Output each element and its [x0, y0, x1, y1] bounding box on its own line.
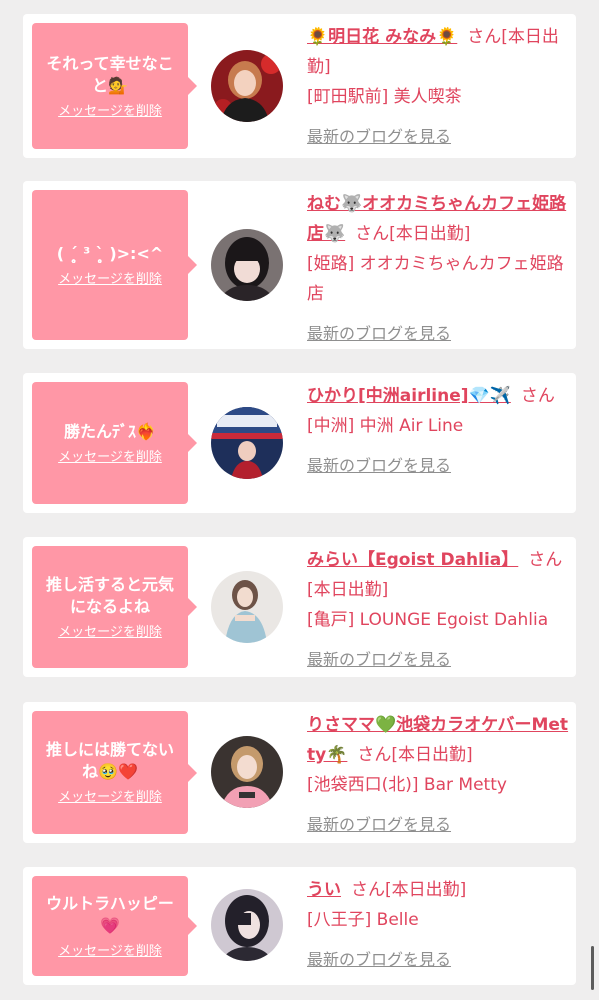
delete-message-link[interactable]: メッセージを削除 — [58, 449, 162, 466]
delete-message-link[interactable]: メッセージを削除 — [58, 943, 162, 960]
shop-location: [亀戸] LOUNGE Egoist Dahlia — [307, 610, 549, 630]
latest-blog-link[interactable]: 最新のブログを見る — [307, 815, 451, 834]
delete-message-link[interactable]: メッセージを削除 — [58, 103, 162, 120]
latest-blog-link[interactable]: 最新のブログを見る — [307, 650, 451, 669]
honorific: さん — [357, 745, 392, 765]
message-bubble: 勝たんﾃﾞｽ❤️‍🔥 メッセージを削除 — [32, 382, 197, 504]
attendance-status: [本日出勤] — [391, 745, 473, 765]
cast-info: りさママ💚池袋カラオケバーMetty🌴 さん[本日出勤] [池袋西口(北)] Ba… — [307, 710, 569, 840]
cast-info: ひかり[中洲airline]💎✈️ さん [中洲] 中洲 Air Line 最新の… — [307, 381, 569, 481]
shop-location: [姫路] オオカミちゃんカフェ姫路店 — [307, 254, 564, 304]
attendance-status: [本日出勤] — [385, 880, 467, 900]
shop-location: [町田駅前] 美人喫茶 — [307, 87, 462, 107]
cast-info: 🌻明日花 みなみ🌻 さん[本日出勤] [町田駅前] 美人喫茶 最新のブログを見る — [307, 22, 569, 152]
attendance-status: [本日出勤] — [389, 224, 471, 244]
message-text: 推し活すると元気になるよね — [45, 574, 174, 616]
avatar[interactable] — [211, 571, 283, 643]
message-text: それって幸せなこと💁 — [46, 53, 174, 95]
latest-blog-link[interactable]: 最新のブログを見る — [307, 127, 451, 146]
latest-blog-link[interactable]: 最新のブログを見る — [307, 324, 451, 343]
message-text: ウルトラハッピー💗 — [46, 893, 174, 935]
latest-blog-link[interactable]: 最新のブログを見る — [307, 456, 451, 475]
message-card: 推し活すると元気になるよね メッセージを削除 みらい【Egoist Dahlia… — [23, 537, 576, 677]
message-card: 推しには勝てないね🥹❤️ メッセージを削除 りさママ💚池袋カラオケバーMetty… — [23, 702, 576, 843]
honorific: さん — [528, 550, 563, 570]
message-bubble: 推し活すると元気になるよね メッセージを削除 — [32, 546, 197, 668]
cast-name-link[interactable]: ひかり[中洲airline]💎✈️ — [307, 386, 511, 406]
cast-name-link[interactable]: うい — [307, 880, 341, 900]
message-bubble: ( ˊ̥̥̥̥̥ ³ ˋ̥̥̥̥̥ )>:<^ メッセージを削除 — [32, 190, 197, 340]
avatar[interactable] — [211, 229, 283, 301]
cast-info: ねむ🐺オオカミちゃんカフェ姫路店🐺 さん[本日出勤] [姫路] オオカミちゃんカフ… — [307, 189, 569, 349]
latest-blog-link[interactable]: 最新のブログを見る — [307, 950, 451, 969]
cast-info: うい さん[本日出勤] [八王子] Belle 最新のブログを見る — [307, 875, 569, 975]
message-text: 推しには勝てないね🥹❤️ — [45, 740, 174, 781]
shop-location: [八王子] Belle — [307, 910, 419, 930]
honorific: さん — [467, 27, 502, 47]
message-card: ウルトラハッピー💗 メッセージを削除 うい さん[本日出勤] [八王子] Bell… — [23, 867, 576, 985]
delete-message-link[interactable]: メッセージを削除 — [58, 624, 162, 641]
message-card: 勝たんﾃﾞｽ❤️‍🔥 メッセージを削除 ひかり[中洲airline]💎✈️ さん … — [23, 373, 576, 513]
message-bubble: ウルトラハッピー💗 メッセージを削除 — [32, 876, 197, 976]
avatar[interactable] — [211, 50, 283, 122]
delete-message-link[interactable]: メッセージを削除 — [58, 271, 162, 288]
message-text: ( ˊ̥̥̥̥̥ ³ ˋ̥̥̥̥̥ )>:<^ — [56, 243, 164, 263]
cast-name-link[interactable]: みらい【Egoist Dahlia】 — [307, 550, 518, 570]
message-card: それって幸せなこと💁 メッセージを削除 🌻明日花 みなみ🌻 さん[本日出勤] [町… — [23, 14, 576, 158]
message-bubble: 推しには勝てないね🥹❤️ メッセージを削除 — [32, 711, 197, 834]
message-card: ( ˊ̥̥̥̥̥ ³ ˋ̥̥̥̥̥ )>:<^ メッセージを削除 ねむ🐺オオカミ… — [23, 181, 576, 349]
avatar[interactable] — [211, 407, 283, 479]
avatar[interactable] — [211, 736, 283, 808]
honorific: さん — [351, 880, 385, 900]
shop-location: [池袋西口(北)] Bar Metty — [307, 775, 507, 795]
honorific: さん — [520, 386, 555, 406]
shop-location: [中洲] 中洲 Air Line — [307, 416, 464, 436]
scrollbar-thumb[interactable] — [591, 946, 594, 990]
cast-name-link[interactable]: 🌻明日花 みなみ🌻 — [307, 27, 457, 47]
delete-message-link[interactable]: メッセージを削除 — [58, 789, 162, 806]
cast-info: みらい【Egoist Dahlia】 さん [本日出勤] [亀戸] LOUNGE E… — [307, 545, 569, 675]
message-text: 勝たんﾃﾞｽ❤️‍🔥 — [64, 421, 156, 441]
message-bubble: それって幸せなこと💁 メッセージを削除 — [32, 23, 197, 149]
attendance-status: [本日出勤] — [307, 580, 389, 600]
avatar[interactable] — [211, 889, 283, 961]
honorific: さん — [355, 224, 390, 244]
